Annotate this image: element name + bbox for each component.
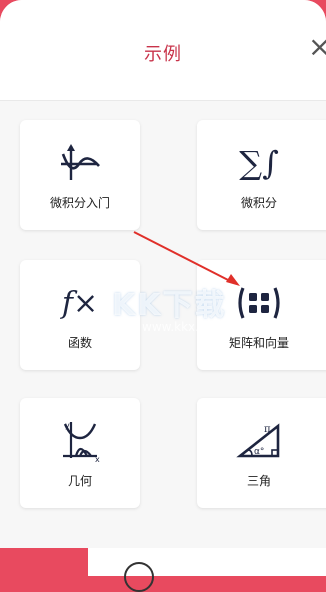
card-calculus-intro[interactable]: 微积分入门 xyxy=(20,120,140,230)
card-label: 矩阵和向量 xyxy=(228,336,289,350)
card-label: 几何 xyxy=(67,474,92,488)
triangle-icon: π α° xyxy=(181,420,326,462)
close-icon[interactable]: × xyxy=(308,33,326,61)
svg-text:y: y xyxy=(65,421,70,430)
card-geometry[interactable]: x y 几何 xyxy=(20,398,140,508)
header: 示例 × xyxy=(0,0,326,101)
fx-glyph: f× xyxy=(61,285,99,321)
watermark-url: www.kkx.net xyxy=(142,320,219,334)
sum-integral-glyph: ∑∫ xyxy=(239,144,279,182)
triangle-alpha-label: α° xyxy=(254,447,264,457)
triangle-pi-label: π xyxy=(264,424,271,435)
bottom-tab-active[interactable] xyxy=(0,548,88,576)
card-calculus[interactable]: ∑∫ 微积分 xyxy=(197,120,326,230)
calculus-curve-icon xyxy=(20,142,140,184)
bottom-tab-icon[interactable] xyxy=(124,562,154,592)
page-title: 示例 xyxy=(144,44,182,65)
watermark-logo: KK下载 xyxy=(112,288,227,323)
examples-sheet: 示例 × 微积分入门 ∑∫ 微积分 f× 函数 矩阵和向量 x y 几何 π α… xyxy=(0,0,326,548)
card-label: 函数 xyxy=(67,336,92,350)
card-label: 三角 xyxy=(246,474,271,488)
svg-text:x: x xyxy=(95,455,100,464)
geometry-axes-icon: x y xyxy=(20,420,140,464)
card-trigonometry[interactable]: π α° 三角 xyxy=(197,398,326,508)
card-label: 微积分入门 xyxy=(49,196,110,210)
card-label: 微积分 xyxy=(240,196,277,210)
sum-integral-icon: ∑∫ xyxy=(181,142,326,184)
bottom-nav xyxy=(0,548,326,592)
